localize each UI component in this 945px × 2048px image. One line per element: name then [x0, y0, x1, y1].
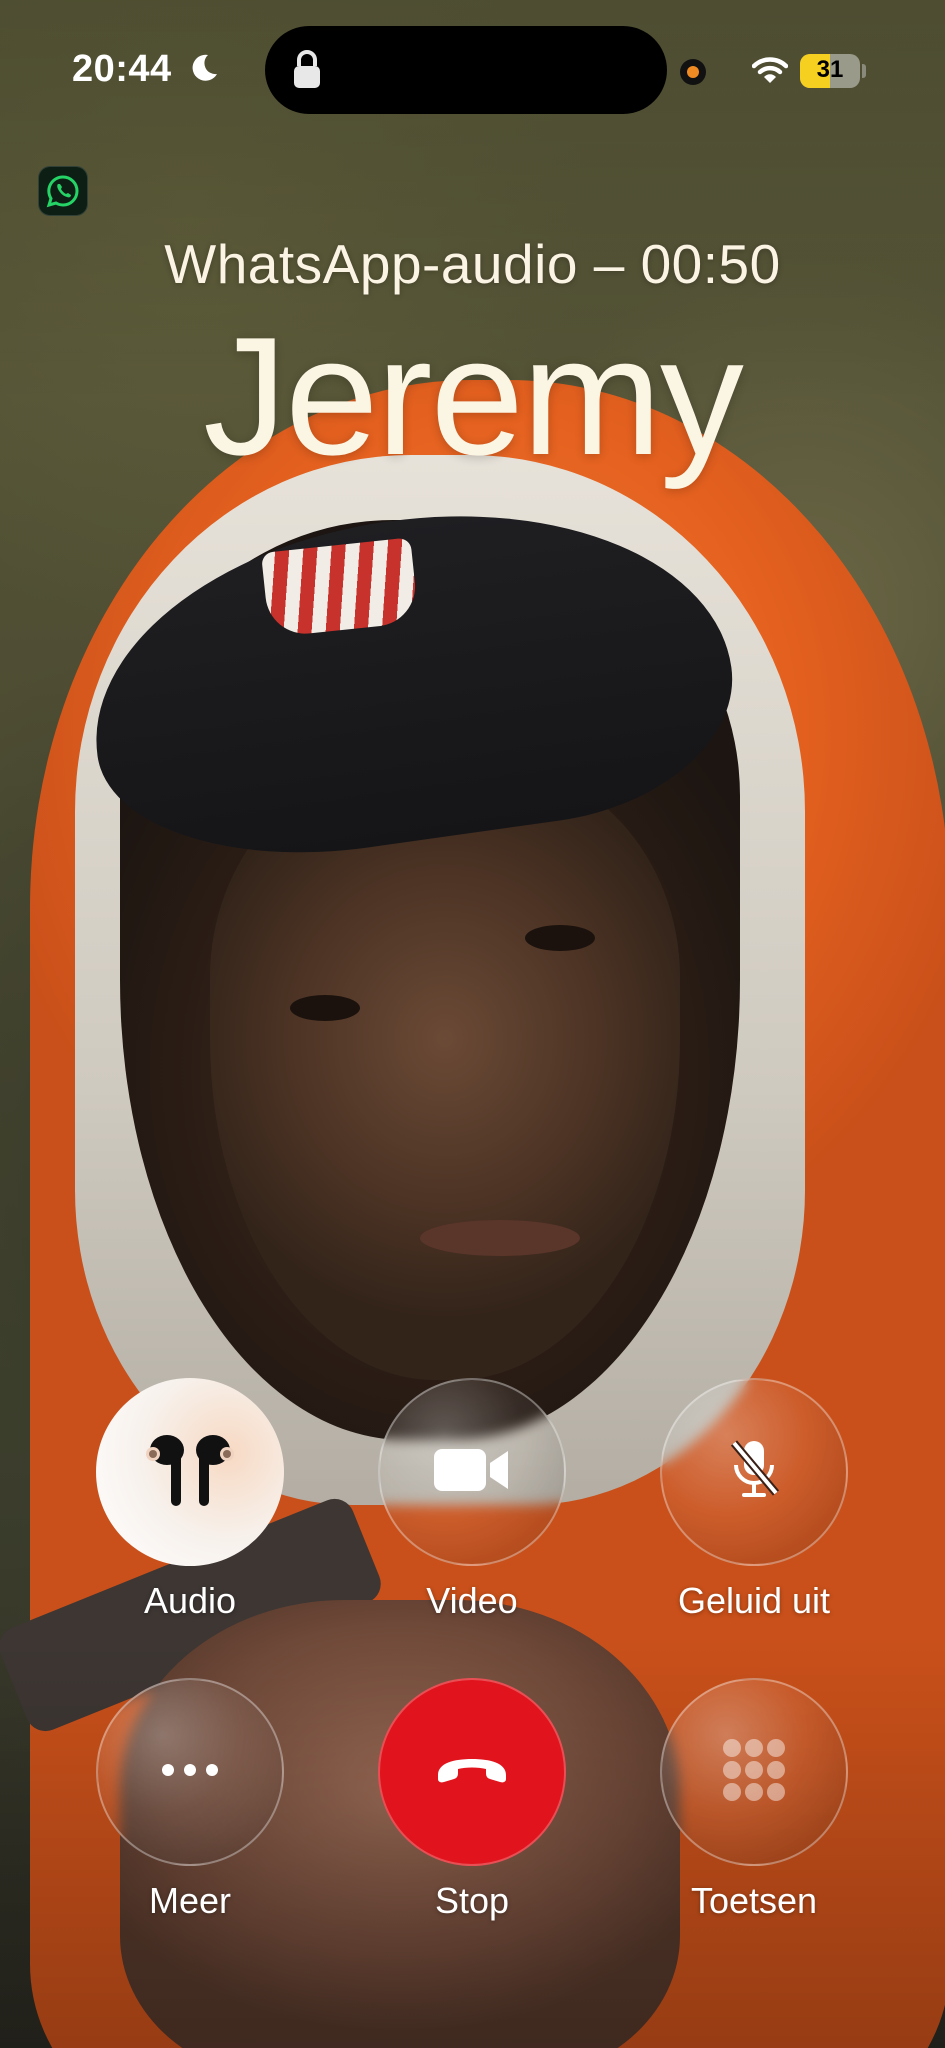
call-status: WhatsApp-audio – 00:50	[164, 233, 781, 295]
battery-icon: 31	[800, 54, 860, 88]
end-call-icon	[434, 1755, 510, 1790]
video-camera-icon	[432, 1445, 512, 1500]
caller-name: Jeremy	[203, 302, 744, 490]
mute-button[interactable]	[660, 1378, 848, 1566]
whatsapp-icon[interactable]	[38, 166, 88, 216]
lock-icon	[290, 48, 324, 95]
audio-button-label: Audio	[143, 1580, 237, 1621]
audio-button[interactable]	[96, 1378, 284, 1566]
dynamic-island[interactable]	[265, 26, 667, 114]
video-button[interactable]	[378, 1378, 566, 1566]
status-time: 20:44	[72, 48, 172, 90]
end-call-button-label: Stop	[434, 1880, 510, 1921]
microphone-muted-icon	[724, 1437, 784, 1508]
more-button[interactable]	[96, 1678, 284, 1866]
battery-tip	[862, 64, 866, 78]
mute-button-label: Geluid uit	[677, 1580, 831, 1621]
keypad-button-label: Toetsen	[690, 1880, 818, 1921]
moon-icon	[188, 52, 220, 89]
more-button-label: Meer	[148, 1880, 232, 1921]
airpods-icon	[135, 1430, 245, 1515]
keypad-button[interactable]	[660, 1678, 848, 1866]
end-call-button[interactable]	[378, 1678, 566, 1866]
wifi-icon	[751, 56, 789, 91]
more-dots-icon	[160, 1763, 220, 1782]
video-button-label: Video	[426, 1580, 518, 1621]
keypad-icon	[721, 1737, 787, 1808]
recording-dot-icon	[680, 59, 706, 85]
battery-level: 31	[816, 56, 844, 83]
